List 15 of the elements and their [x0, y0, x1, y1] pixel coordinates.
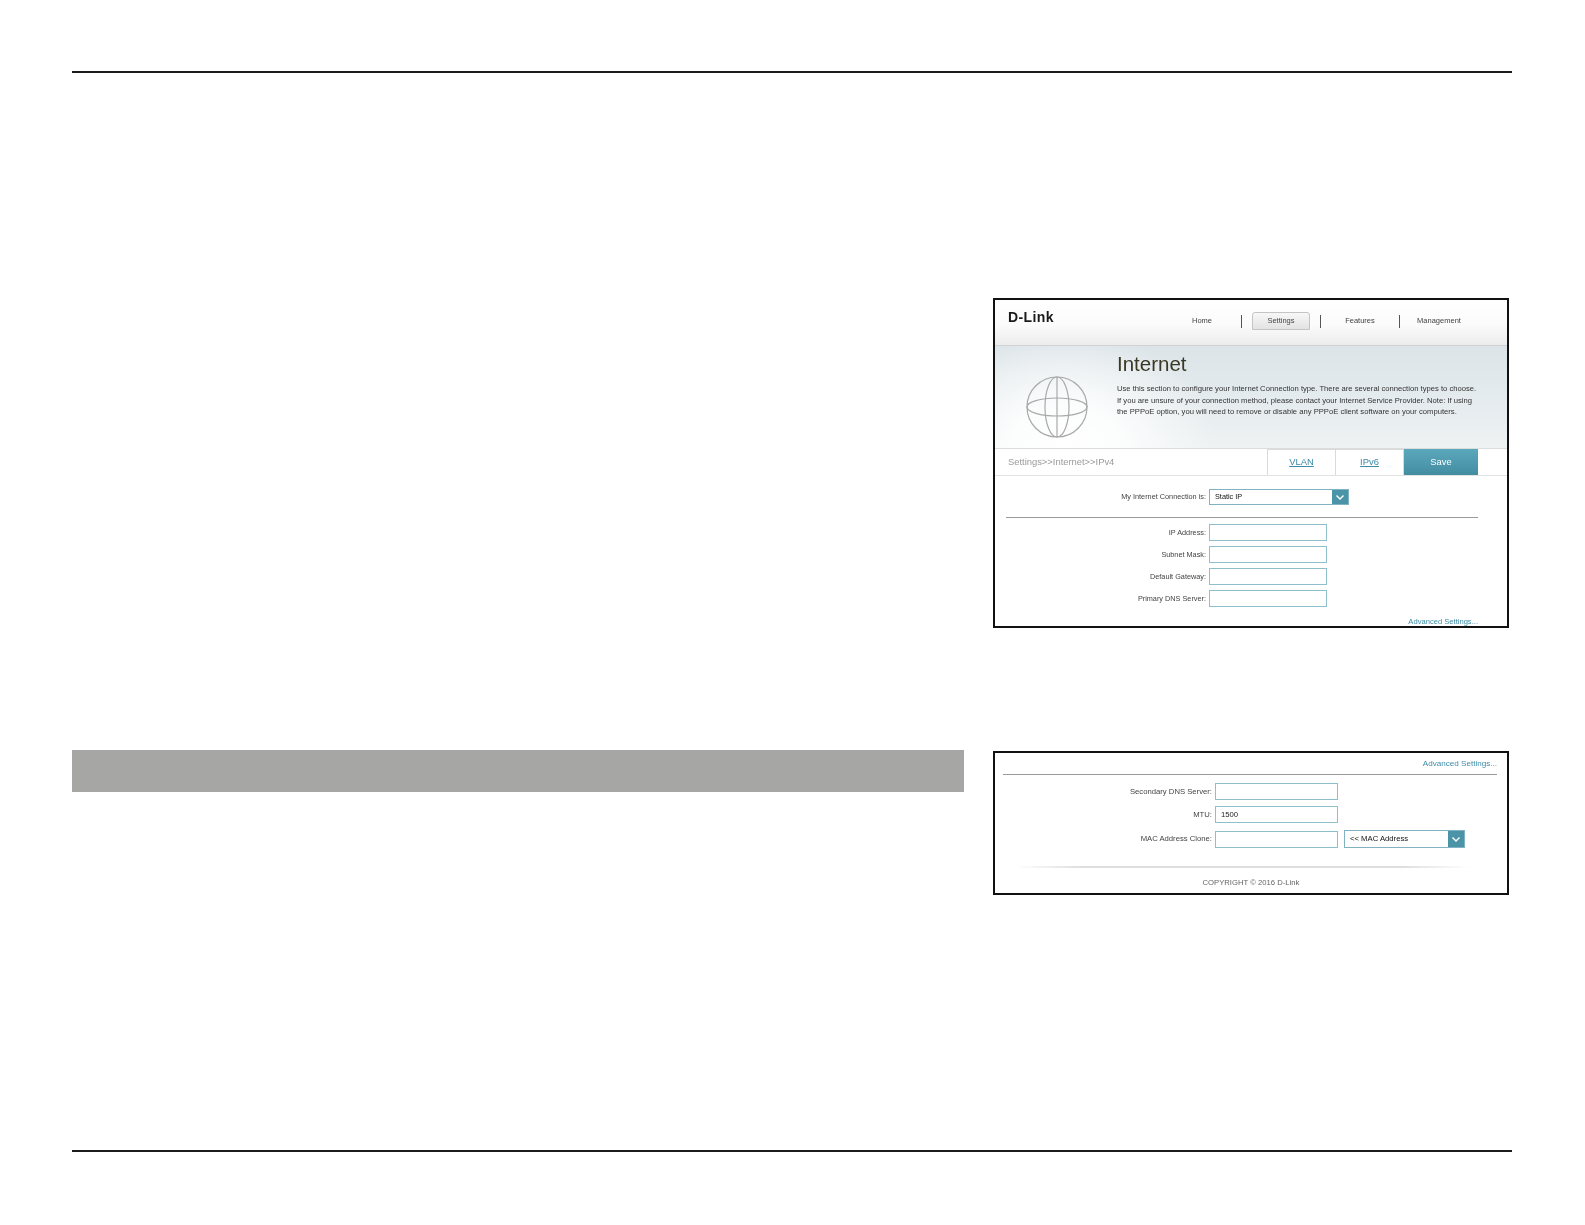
- chevron-down-icon: [1332, 490, 1348, 504]
- chevron-down-icon: [1448, 831, 1464, 847]
- advanced-settings-link[interactable]: Advanced Settings...: [1422, 759, 1497, 769]
- page-title: Internet: [1117, 352, 1188, 376]
- globe-icon: [1026, 376, 1088, 438]
- text-input-field[interactable]: [1209, 590, 1327, 607]
- tab-link[interactable]: IPv6: [1335, 449, 1404, 475]
- text-input-field[interactable]: [1209, 568, 1327, 585]
- text-input-field[interactable]: [1215, 783, 1338, 800]
- text-input-field[interactable]: [1215, 830, 1338, 848]
- text-input-field[interactable]: [1209, 546, 1327, 563]
- breadcrumb-text: Settings>>Internet>>IPv4: [1008, 454, 1115, 469]
- text-input-field[interactable]: [1209, 524, 1327, 541]
- brand-logo: D-Link: [1008, 310, 1054, 324]
- tab-link[interactable]: VLAN: [1267, 449, 1336, 475]
